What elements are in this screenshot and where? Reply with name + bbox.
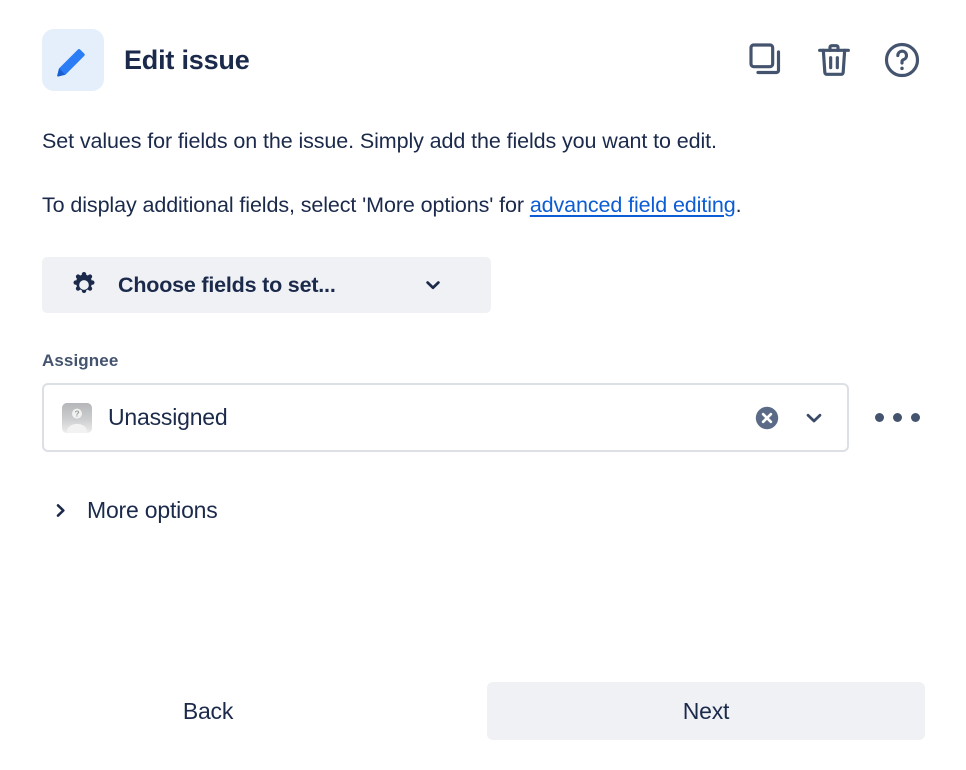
dot [893, 413, 902, 422]
gear-icon [70, 271, 98, 299]
more-options-toggle[interactable]: More options [42, 497, 218, 524]
svg-text:?: ? [74, 408, 79, 418]
panel-header: Edit issue [42, 0, 924, 96]
dot [911, 413, 920, 422]
chevron-down-icon [423, 275, 465, 295]
clear-circle-icon[interactable] [753, 404, 781, 432]
assignee-field-label: Assignee [42, 351, 119, 370]
advanced-field-editing-link[interactable]: advanced field editing [530, 193, 736, 217]
page-title: Edit issue [124, 44, 250, 75]
unassigned-avatar-icon: ? [62, 402, 92, 433]
back-button[interactable]: Back [42, 682, 374, 740]
assignee-select[interactable]: ? Unassigned [42, 383, 849, 452]
assignee-row: ? Unassigned [42, 383, 924, 452]
pencil-icon [42, 29, 104, 91]
description-paragraph: Set values for fields on the issue. Simp… [42, 129, 717, 153]
choose-fields-button[interactable]: Choose fields to set... [42, 257, 491, 313]
choose-fields-label: Choose fields to set... [118, 272, 336, 297]
more-options-dots-icon[interactable] [871, 403, 924, 432]
duplicate-icon[interactable] [746, 40, 786, 80]
dot [875, 413, 884, 422]
header-actions [746, 40, 924, 80]
chevron-right-icon [52, 502, 69, 519]
advanced-editing-suffix: . [735, 193, 742, 217]
assignee-value: Unassigned [108, 404, 228, 430]
advanced-editing-paragraph: To display additional fields, select 'Mo… [42, 185, 922, 225]
advanced-editing-prefix: To display additional fields, select 'Mo… [42, 193, 530, 217]
footer-actions: Back Next [42, 682, 925, 740]
edit-issue-panel: Edit issue Set values for fields on the … [0, 0, 966, 770]
more-options-label: More options [87, 497, 218, 523]
help-icon[interactable] [882, 40, 922, 80]
chevron-down-icon[interactable] [803, 407, 825, 429]
delete-icon[interactable] [814, 40, 854, 80]
next-button[interactable]: Next [487, 682, 925, 740]
